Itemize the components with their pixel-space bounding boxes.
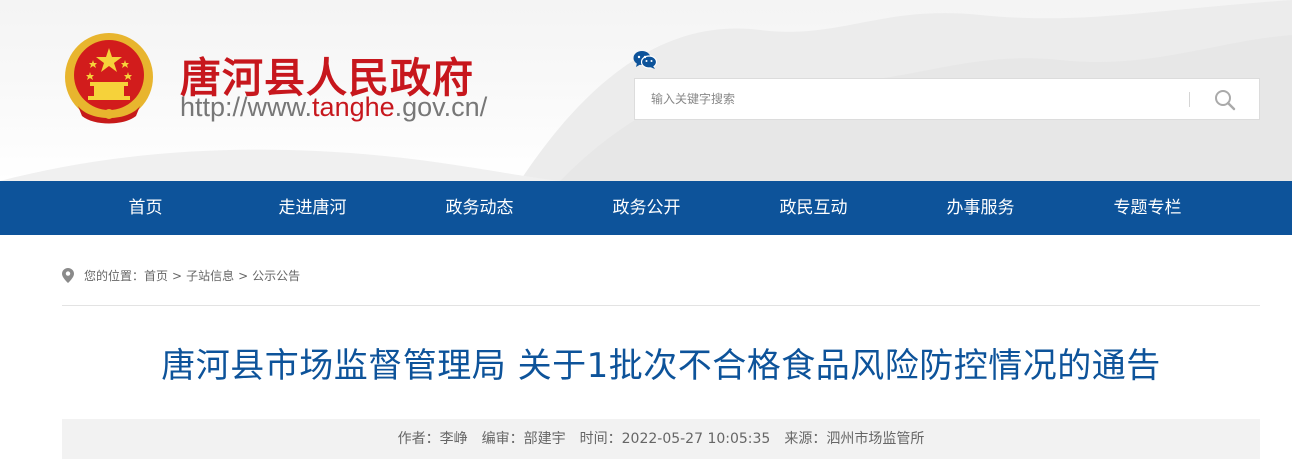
wechat-icon[interactable] [633, 50, 657, 70]
location-pin-icon [62, 268, 74, 283]
nav-item-services[interactable]: 办事服务 [897, 181, 1064, 235]
meta-author: 作者：李峥 [397, 431, 468, 447]
site-url: http://www.tanghe.gov.cn/ [180, 92, 487, 123]
search-icon[interactable] [1210, 87, 1240, 113]
breadcrumb-label: 您的位置： [84, 269, 145, 283]
search-input[interactable] [635, 79, 1185, 119]
breadcrumb-separator: > [238, 269, 249, 283]
article-meta-bar: 作者：李峥 编审：部建宇 时间：2022-05-27 10:05:35 来源：泗州市场… [62, 419, 1260, 459]
nav-item-government-news[interactable]: 政务动态 [396, 181, 563, 235]
url-prefix: http://www. [180, 92, 313, 122]
breadcrumb-home[interactable]: 首页 [144, 266, 168, 286]
nav-item-public-interaction[interactable]: 政民互动 [730, 181, 897, 235]
article-title: 唐河县市场监督管理局 关于1批次不合格食品风险防控情况的通告 [161, 346, 1161, 386]
breadcrumb: 您的位置：首页 > 子站信息 > 公示公告 [62, 266, 300, 286]
main-nav: 首页 走进唐河 政务动态 政务公开 政民互动 办事服务 专题专栏 [0, 181, 1292, 235]
nav-item-home[interactable]: 首页 [62, 181, 229, 235]
meta-editor: 编审：部建宇 [481, 431, 566, 447]
url-suffix: .gov.cn/ [394, 92, 488, 122]
breadcrumb-public-notice[interactable]: 公示公告 [252, 266, 300, 286]
article-meta: 作者：李峥 编审：部建宇 时间：2022-05-27 10:05:35 来源：泗州市场… [62, 419, 1260, 459]
search-divider [1189, 92, 1190, 107]
nav-item-government-disclosure[interactable]: 政务公开 [563, 181, 730, 235]
search-box [634, 78, 1260, 120]
site-header: 唐河县人民政府 http://www.tanghe.gov.cn/ [0, 0, 1292, 181]
breadcrumb-substation-info[interactable]: 子站信息 [186, 266, 234, 286]
nav-item-about-tanghe[interactable]: 走进唐河 [229, 181, 396, 235]
national-emblem-icon [65, 33, 153, 124]
meta-time: 时间：2022-05-27 10:05:35 [579, 431, 771, 447]
nav-item-special-topics[interactable]: 专题专栏 [1064, 181, 1231, 235]
breadcrumb-divider [62, 305, 1260, 306]
meta-source: 来源：泗州市场监管所 [784, 431, 925, 447]
breadcrumb-separator: > [172, 269, 183, 283]
url-highlight: tanghe [312, 92, 395, 122]
